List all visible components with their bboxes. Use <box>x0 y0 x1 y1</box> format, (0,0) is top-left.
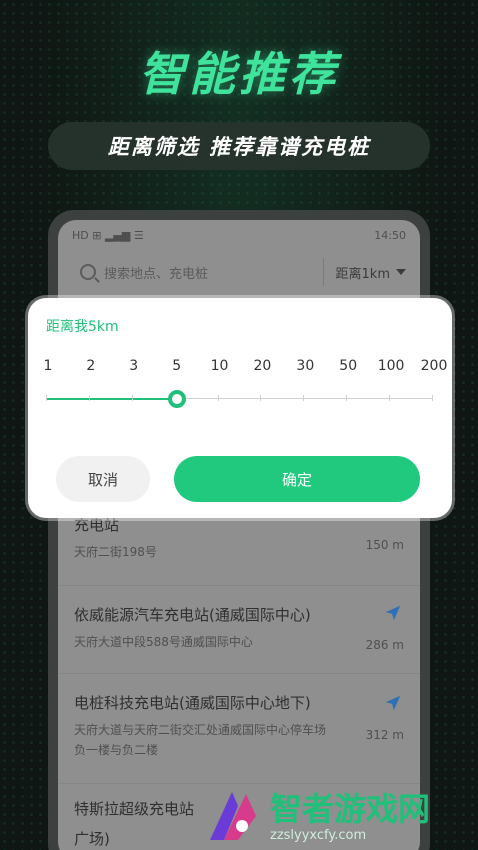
station-address: 天府大道与天府二街交汇处通威国际中心停车场 <box>74 723 327 737</box>
tick-mark <box>346 395 348 401</box>
cancel-button[interactable]: 取消 <box>56 456 150 502</box>
site-watermark: 智者游戏网 zzslyyxcfy.com <box>202 782 478 850</box>
navigate-icon[interactable] <box>384 604 402 622</box>
tick-label: 30 <box>296 358 315 374</box>
search-placeholder: 搜索地点、充电桩 <box>104 266 209 282</box>
tick-mark <box>217 395 219 401</box>
tick-label: 3 <box>129 358 139 374</box>
station-address-line2: 负一楼与负二楼 <box>74 743 159 757</box>
search-row: 搜索地点、充电桩 距离1km <box>58 250 420 290</box>
watermark-url: zzslyyxcfy.com <box>270 827 367 843</box>
station-address: 天府二街198号 <box>74 545 157 559</box>
list-item[interactable]: 充电站 天府二街198号 150 m <box>58 514 420 586</box>
range-dropdown[interactable]: 距离1km <box>336 263 406 282</box>
slider-fill <box>46 398 177 400</box>
tick-label: 200 <box>420 358 448 374</box>
watermark-title: 智者游戏网 <box>270 789 431 828</box>
tick-mark <box>389 395 391 401</box>
tick-mark <box>260 395 262 401</box>
tick-mark <box>131 395 133 401</box>
promo-subline: 距离筛选 推荐靠谱充电桩 <box>48 122 430 170</box>
tick-label: 20 <box>253 358 272 374</box>
status-bar: HD ⊞ ▂▄▆ ☰ 14:50 <box>58 220 420 250</box>
status-icons: HD ⊞ ▂▄▆ ☰ <box>72 228 144 242</box>
tick-label: 2 <box>86 358 96 374</box>
tick-mark <box>303 395 305 401</box>
slider-thumb[interactable] <box>167 390 186 408</box>
station-distance: 150 m <box>365 538 404 552</box>
dialog-title: 距离我5km <box>46 319 119 335</box>
tick-mark <box>46 395 47 401</box>
tick-mark <box>432 395 433 401</box>
distance-filter-dialog: 距离我5km 1 2 3 5 10 20 30 50 100 200 取消 确定 <box>28 298 452 518</box>
tick-label: 1 <box>43 358 53 374</box>
list-item[interactable]: 电桩科技充电站(通威国际中心地下) 天府大道与天府二街交汇处通威国际中心停车场 … <box>58 674 420 784</box>
tick-label: 5 <box>172 358 182 374</box>
tick-mark <box>88 395 90 401</box>
tick-label: 100 <box>377 358 405 374</box>
station-address: 天府大道中段588号通威国际中心 <box>74 635 253 649</box>
station-name: 依威能源汽车充电站(通威国际中心) <box>74 606 311 624</box>
status-time: 14:50 <box>374 228 406 242</box>
search-input[interactable]: 搜索地点、充电桩 <box>80 258 324 286</box>
distance-tick-labels: 1 2 3 5 10 20 30 50 100 200 <box>28 358 452 374</box>
promo-headline: 智能推荐 <box>139 47 339 101</box>
station-distance: 312 m <box>365 728 404 742</box>
station-name: 电桩科技充电站(通威国际中心地下) <box>74 694 311 712</box>
tick-label: 50 <box>339 358 358 374</box>
tick-label: 10 <box>210 358 229 374</box>
site-logo <box>210 792 256 840</box>
confirm-button[interactable]: 确定 <box>174 456 420 502</box>
search-icon <box>80 264 96 280</box>
list-item[interactable]: 依威能源汽车充电站(通威国际中心) 天府大道中段588号通威国际中心 286 m <box>58 586 420 674</box>
caret-down-icon <box>396 269 406 275</box>
range-dropdown-label: 距离1km <box>335 266 390 282</box>
station-distance: 286 m <box>365 638 404 652</box>
navigate-icon[interactable] <box>384 694 402 712</box>
